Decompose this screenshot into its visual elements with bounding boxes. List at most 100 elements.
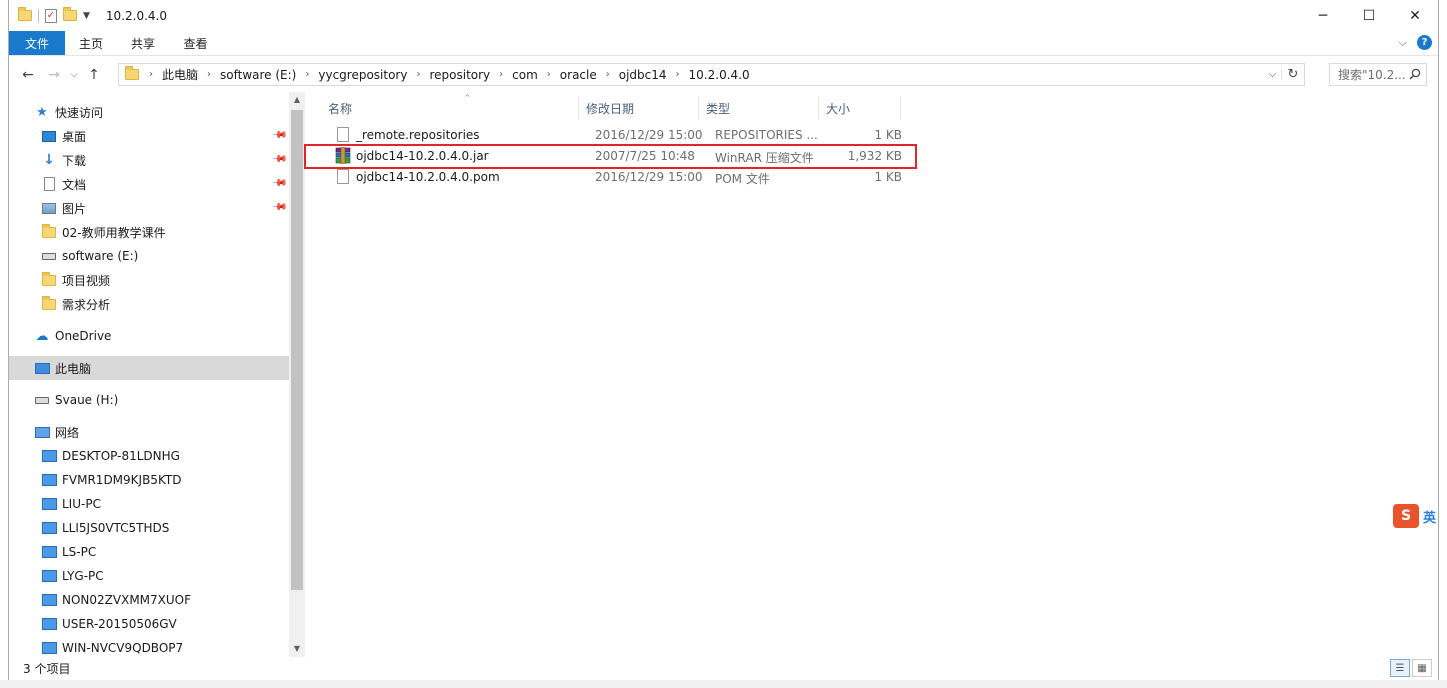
sidebar-item-computer[interactable]: LS-PC <box>9 540 289 564</box>
tab-view[interactable]: 查看 <box>169 31 222 55</box>
breadcrumb-chevron-icon[interactable]: › <box>676 69 680 80</box>
document-icon <box>41 176 57 192</box>
status-bar: 3 个项目 ☰ ▦ <box>9 657 1438 680</box>
properties-icon[interactable]: ✓ <box>45 8 57 23</box>
scrollbar-thumb[interactable] <box>291 110 303 590</box>
scroll-down-arrow-icon[interactable]: ▼ <box>289 641 305 657</box>
pin-icon[interactable]: 📌 <box>270 175 287 192</box>
title-bar: ✓ ▼ 10.2.0.4.0 ─ ☐ ✕ <box>9 0 1438 31</box>
breadcrumb-chevron-icon[interactable]: › <box>606 69 610 80</box>
details-view-icon[interactable]: ☰ <box>1390 659 1410 677</box>
sidebar-item-computer[interactable]: LLI5JS0VTC5THDS <box>9 516 289 540</box>
close-button[interactable]: ✕ <box>1392 0 1438 31</box>
sidebar-item-requirements[interactable]: 需求分析 <box>9 292 289 316</box>
breadcrumb-ojdbc14[interactable]: ojdbc14 <box>619 68 667 82</box>
breadcrumb-chevron-icon[interactable]: › <box>547 69 551 80</box>
sidebar-item-computer[interactable]: LYG-PC <box>9 564 289 588</box>
sidebar-item-network[interactable]: 网络 <box>9 420 289 444</box>
pin-icon[interactable]: 📌 <box>270 199 287 216</box>
file-row[interactable]: _remote.repositories 2016/12/29 15:00 RE… <box>322 125 902 146</box>
expand-ribbon-chevron-icon[interactable]: ⌵ <box>1399 36 1407 50</box>
desktop-left-edge <box>0 0 8 688</box>
sidebar-item-label: OneDrive <box>55 329 112 343</box>
address-folder-icon <box>125 66 139 80</box>
pin-icon[interactable]: 📌 <box>270 127 287 144</box>
sidebar-item-label: 02-教师用教学课件 <box>62 225 166 240</box>
breadcrumb-chevron-icon[interactable]: › <box>207 69 211 80</box>
sidebar-item-svaue-h[interactable]: Svaue (H:) <box>9 388 289 412</box>
help-icon[interactable]: ? <box>1417 35 1432 50</box>
navigation-pane-scrollbar[interactable]: ▲ ▼ <box>289 92 305 657</box>
sidebar-item-project-videos[interactable]: 项目视频 <box>9 268 289 292</box>
onedrive-icon: ☁ <box>35 328 49 344</box>
column-header-type[interactable]: 类型 <box>700 96 819 120</box>
file-modified: 2016/12/29 15:00 <box>595 170 703 184</box>
sidebar-item-desktop[interactable]: 桌面 📌 <box>9 124 289 148</box>
sidebar-item-computer[interactable]: LIU-PC <box>9 492 289 516</box>
ime-mode-label[interactable]: 英 <box>1423 507 1436 526</box>
forward-arrow-icon[interactable]: → <box>41 67 67 83</box>
back-arrow-icon[interactable]: ← <box>15 67 41 83</box>
breadcrumb-software-e[interactable]: software (E:) <box>220 68 296 82</box>
search-input[interactable]: 搜索"10.2... <box>1329 63 1427 86</box>
tab-share[interactable]: 共享 <box>117 31 169 55</box>
large-icons-view-icon[interactable]: ▦ <box>1412 659 1432 677</box>
sidebar-item-pictures[interactable]: 图片 📌 <box>9 196 289 220</box>
refresh-icon[interactable]: ↻ <box>1282 67 1304 82</box>
sogou-ime-icon[interactable]: S <box>1393 504 1419 528</box>
window-title: 10.2.0.4.0 <box>105 8 167 23</box>
address-bar[interactable]: › 此电脑 › software (E:) › yycgrepository ›… <box>118 63 1305 86</box>
search-icon[interactable] <box>1409 68 1421 80</box>
sidebar-item-computer[interactable]: FVMR1DM9KJB5KTD <box>9 468 289 492</box>
sidebar-item-quick-access[interactable]: ★ 快速访问 <box>9 100 289 124</box>
breadcrumb-chevron-icon[interactable]: › <box>305 69 309 80</box>
sidebar-item-computer[interactable]: DESKTOP-81LDNHG <box>9 444 289 468</box>
sidebar-item-computer[interactable]: NON02ZVXMM7XUOF <box>9 588 289 612</box>
sidebar-item-software-e[interactable]: software (E:) <box>9 244 289 268</box>
breadcrumb-yycgrepository[interactable]: yycgrepository <box>318 68 407 82</box>
breadcrumb-current[interactable]: 10.2.0.4.0 <box>689 68 750 82</box>
sidebar-item-this-pc[interactable]: 此电脑 <box>9 356 289 380</box>
this-pc-icon <box>34 360 50 376</box>
sidebar-item-downloads[interactable]: ↓ 下载 📌 <box>9 148 289 172</box>
address-history-chevron-icon[interactable]: ⌵ <box>1264 69 1282 80</box>
recent-locations-chevron-icon[interactable]: ⌵ <box>67 70 81 80</box>
minimize-button[interactable]: ─ <box>1300 0 1346 31</box>
ime-indicator[interactable]: S 英 <box>1393 503 1447 529</box>
ribbon-right-controls: ⌵ ? <box>1399 35 1432 50</box>
sidebar-item-onedrive[interactable]: ☁ OneDrive <box>9 324 289 348</box>
breadcrumb-chevron-icon[interactable]: › <box>149 69 153 80</box>
ribbon-tabs: 文件 主页 共享 查看 ⌵ ? <box>9 31 1438 56</box>
address-actions: ⌵ ↻ <box>1264 64 1304 85</box>
breadcrumb-repository[interactable]: repository <box>429 68 490 82</box>
column-header-modified[interactable]: 修改日期 <box>580 96 699 120</box>
sidebar-item-computer[interactable]: USER-20150506GV <box>9 612 289 636</box>
sidebar-item-label: 项目视频 <box>62 273 111 288</box>
column-header-label: 大小 <box>826 101 851 116</box>
star-icon: ★ <box>36 104 48 120</box>
file-row[interactable]: ojdbc14-10.2.0.4.0.pom 2016/12/29 15:00 … <box>322 167 902 188</box>
tab-file[interactable]: 文件 <box>9 31 65 55</box>
new-folder-icon[interactable] <box>63 7 77 21</box>
breadcrumb-oracle[interactable]: oracle <box>560 68 597 82</box>
computer-icon <box>41 592 57 608</box>
breadcrumb-this-pc[interactable]: 此电脑 <box>162 66 198 83</box>
customize-toolbar-chevron-icon[interactable]: ▼ <box>83 11 90 21</box>
column-header-name[interactable]: 名称 ^ <box>322 93 579 120</box>
pin-icon[interactable]: 📌 <box>270 151 287 168</box>
sidebar-item-computer[interactable]: WIN-NVCV9QDBOP7 <box>9 636 289 657</box>
sidebar-item-label: FVMR1DM9KJB5KTD <box>62 473 182 487</box>
up-arrow-icon[interactable]: ↑ <box>81 67 107 83</box>
sidebar-item-documents[interactable]: 文档 📌 <box>9 172 289 196</box>
breadcrumb-chevron-icon[interactable]: › <box>499 69 503 80</box>
column-header-size[interactable]: 大小 <box>820 96 901 120</box>
maximize-button[interactable]: ☐ <box>1346 0 1392 31</box>
search-placeholder: 搜索"10.2... <box>1338 68 1406 82</box>
network-icon <box>34 424 50 440</box>
sidebar-item-teaching-materials[interactable]: 02-教师用教学课件 <box>9 220 289 244</box>
tab-home[interactable]: 主页 <box>65 31 117 55</box>
breadcrumb-com[interactable]: com <box>512 68 538 82</box>
scroll-up-arrow-icon[interactable]: ▲ <box>289 92 305 108</box>
breadcrumb-chevron-icon[interactable]: › <box>416 69 420 80</box>
file-type: REPOSITORIES ... <box>715 128 818 142</box>
